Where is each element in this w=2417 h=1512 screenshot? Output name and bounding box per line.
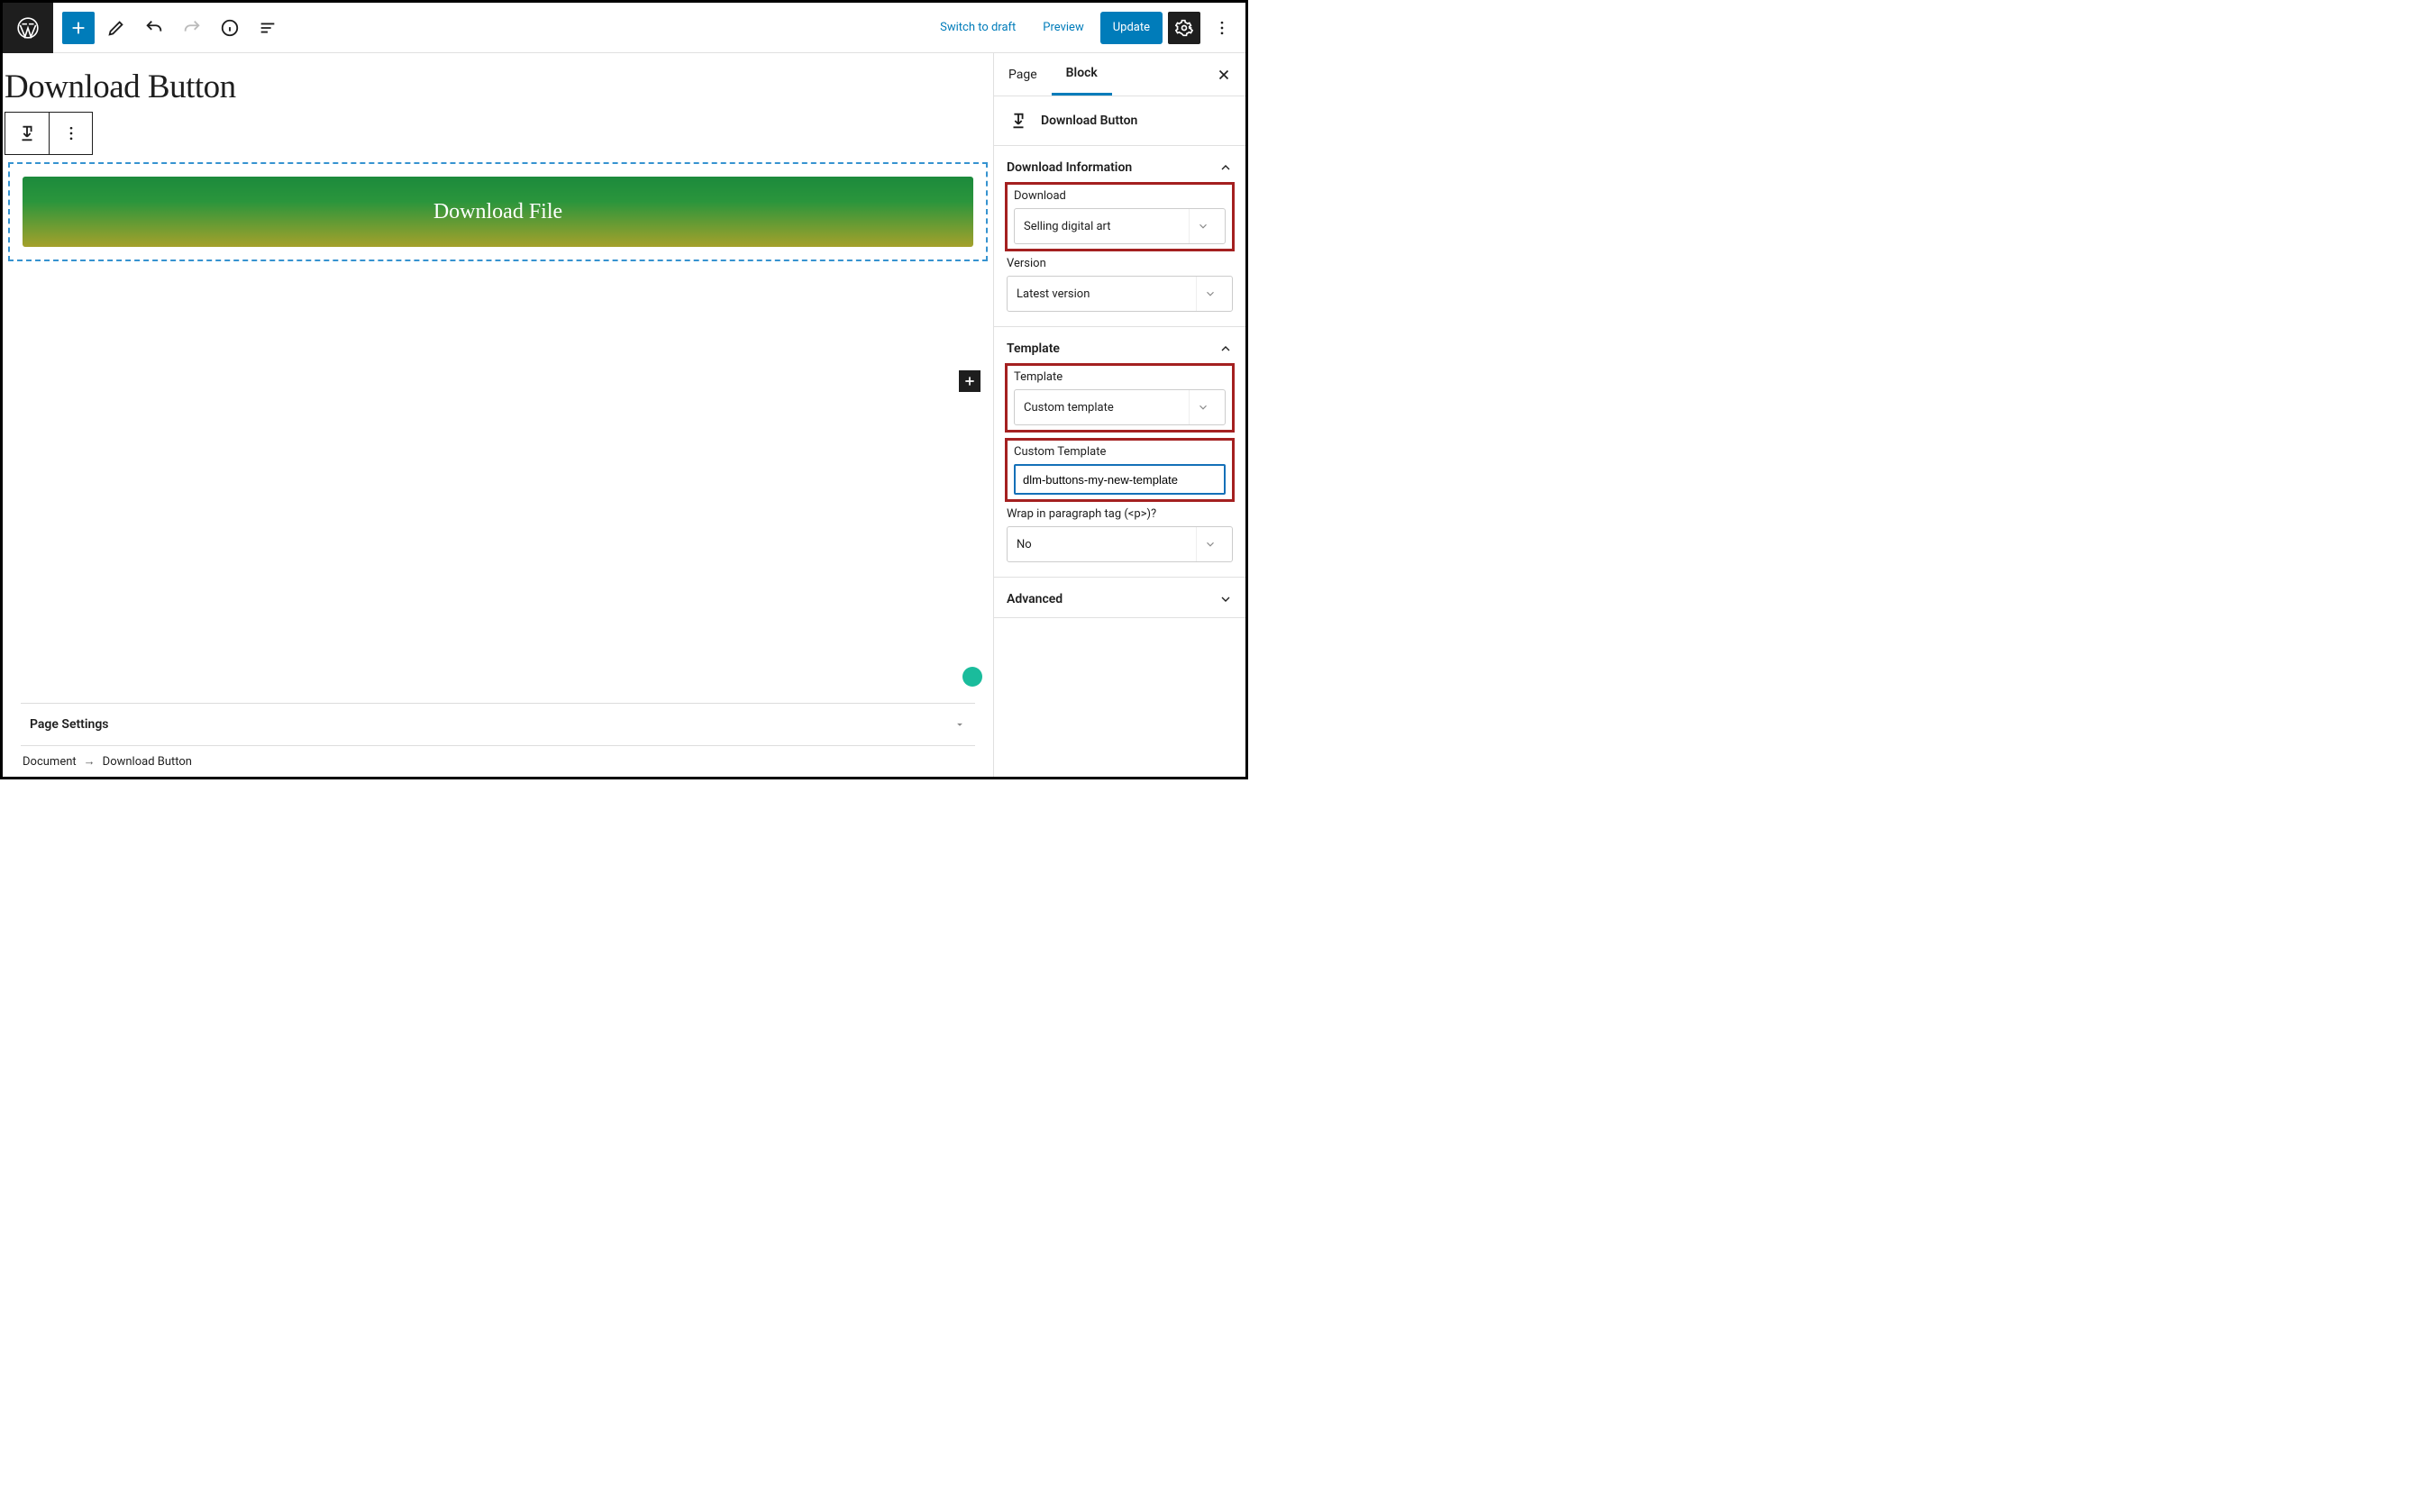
floating-badge-icon xyxy=(962,667,982,687)
chevron-down-icon xyxy=(1218,592,1233,606)
panel-template-toggle[interactable]: Template xyxy=(1007,338,1233,365)
sidebar-tabs: Page Block xyxy=(994,53,1245,96)
download-block-icon[interactable] xyxy=(5,113,49,154)
list-view-icon[interactable] xyxy=(251,12,284,44)
wrap-label: Wrap in paragraph tag (<p>)? xyxy=(1007,507,1233,521)
selected-block-frame[interactable]: Download File xyxy=(8,162,988,261)
update-button[interactable]: Update xyxy=(1100,12,1163,44)
download-file-button[interactable]: Download File xyxy=(23,177,973,247)
custom-template-field-highlight: Custom Template xyxy=(1007,440,1233,500)
redo-icon xyxy=(176,12,208,44)
block-toolbar xyxy=(5,112,93,155)
download-field-highlight: Download Selling digital art xyxy=(1007,184,1233,250)
page-settings-label: Page Settings xyxy=(30,717,109,732)
tab-block[interactable]: Block xyxy=(1052,53,1112,96)
version-label: Version xyxy=(1007,257,1233,270)
custom-template-label: Custom Template xyxy=(1014,445,1226,459)
topbar-left xyxy=(3,3,284,52)
page-settings-panel[interactable]: Page Settings xyxy=(21,703,975,746)
editor-layout: Download Button Download File Page Setti… xyxy=(3,53,1245,777)
template-select-value: Custom template xyxy=(1024,401,1114,414)
wrap-select-value: No xyxy=(1017,538,1032,551)
undo-icon[interactable] xyxy=(138,12,170,44)
panel-advanced: Advanced xyxy=(994,578,1245,618)
breadcrumb: Document → Download Button xyxy=(3,746,993,777)
preview-button[interactable]: Preview xyxy=(1032,12,1094,44)
panel-template: Template Template Custom template Custom… xyxy=(994,327,1245,578)
chevron-down-icon xyxy=(1189,390,1216,424)
download-label: Download xyxy=(1014,189,1226,203)
info-icon[interactable] xyxy=(214,12,246,44)
switch-to-draft-button[interactable]: Switch to draft xyxy=(929,12,1026,44)
chevron-down-icon xyxy=(1196,277,1223,311)
close-sidebar-icon[interactable] xyxy=(1202,67,1245,83)
chevron-down-icon xyxy=(953,718,966,731)
chevron-up-icon xyxy=(1218,342,1233,356)
edit-icon[interactable] xyxy=(100,12,132,44)
page-title[interactable]: Download Button xyxy=(3,53,993,110)
breadcrumb-arrow-icon: → xyxy=(84,754,96,769)
editor-canvas: Download Button Download File Page Setti… xyxy=(3,53,993,777)
panel-template-title: Template xyxy=(1007,342,1060,356)
template-label: Template xyxy=(1014,370,1226,384)
panel-download-info-toggle[interactable]: Download Information xyxy=(1007,157,1233,184)
settings-gear-icon[interactable] xyxy=(1168,12,1200,44)
append-block-icon[interactable] xyxy=(959,370,980,392)
panel-download-information: Download Information Download Selling di… xyxy=(994,146,1245,327)
template-select[interactable]: Custom template xyxy=(1014,389,1226,425)
topbar-right: Switch to draft Preview Update xyxy=(929,3,1238,52)
chevron-down-icon xyxy=(1196,527,1223,561)
download-select[interactable]: Selling digital art xyxy=(1014,208,1226,244)
panel-advanced-toggle[interactable]: Advanced xyxy=(1007,588,1233,606)
inspector-sidebar: Page Block Download Button Download Info… xyxy=(993,53,1245,777)
editor-topbar: Switch to draft Preview Update xyxy=(3,3,1245,53)
panel-advanced-title: Advanced xyxy=(1007,592,1063,606)
chevron-up-icon xyxy=(1218,160,1233,175)
version-select-value: Latest version xyxy=(1017,287,1090,301)
chevron-down-icon xyxy=(1189,209,1216,243)
breadcrumb-root[interactable]: Document xyxy=(23,755,77,769)
block-header: Download Button xyxy=(994,96,1245,146)
block-title: Download Button xyxy=(1041,114,1137,128)
version-select[interactable]: Latest version xyxy=(1007,276,1233,312)
wrap-select[interactable]: No xyxy=(1007,526,1233,562)
breadcrumb-current: Download Button xyxy=(103,755,192,769)
add-block-icon[interactable] xyxy=(62,12,95,44)
download-block-icon xyxy=(1008,111,1028,131)
editor-body: Download Button Download File xyxy=(3,53,993,703)
more-options-icon[interactable] xyxy=(1206,12,1238,44)
tab-page[interactable]: Page xyxy=(994,53,1052,96)
custom-template-input[interactable] xyxy=(1014,464,1226,495)
panel-download-info-title: Download Information xyxy=(1007,160,1132,175)
wordpress-logo[interactable] xyxy=(3,3,53,53)
block-more-options-icon[interactable] xyxy=(49,113,92,154)
template-field-highlight: Template Custom template xyxy=(1007,365,1233,431)
download-select-value: Selling digital art xyxy=(1024,220,1111,233)
